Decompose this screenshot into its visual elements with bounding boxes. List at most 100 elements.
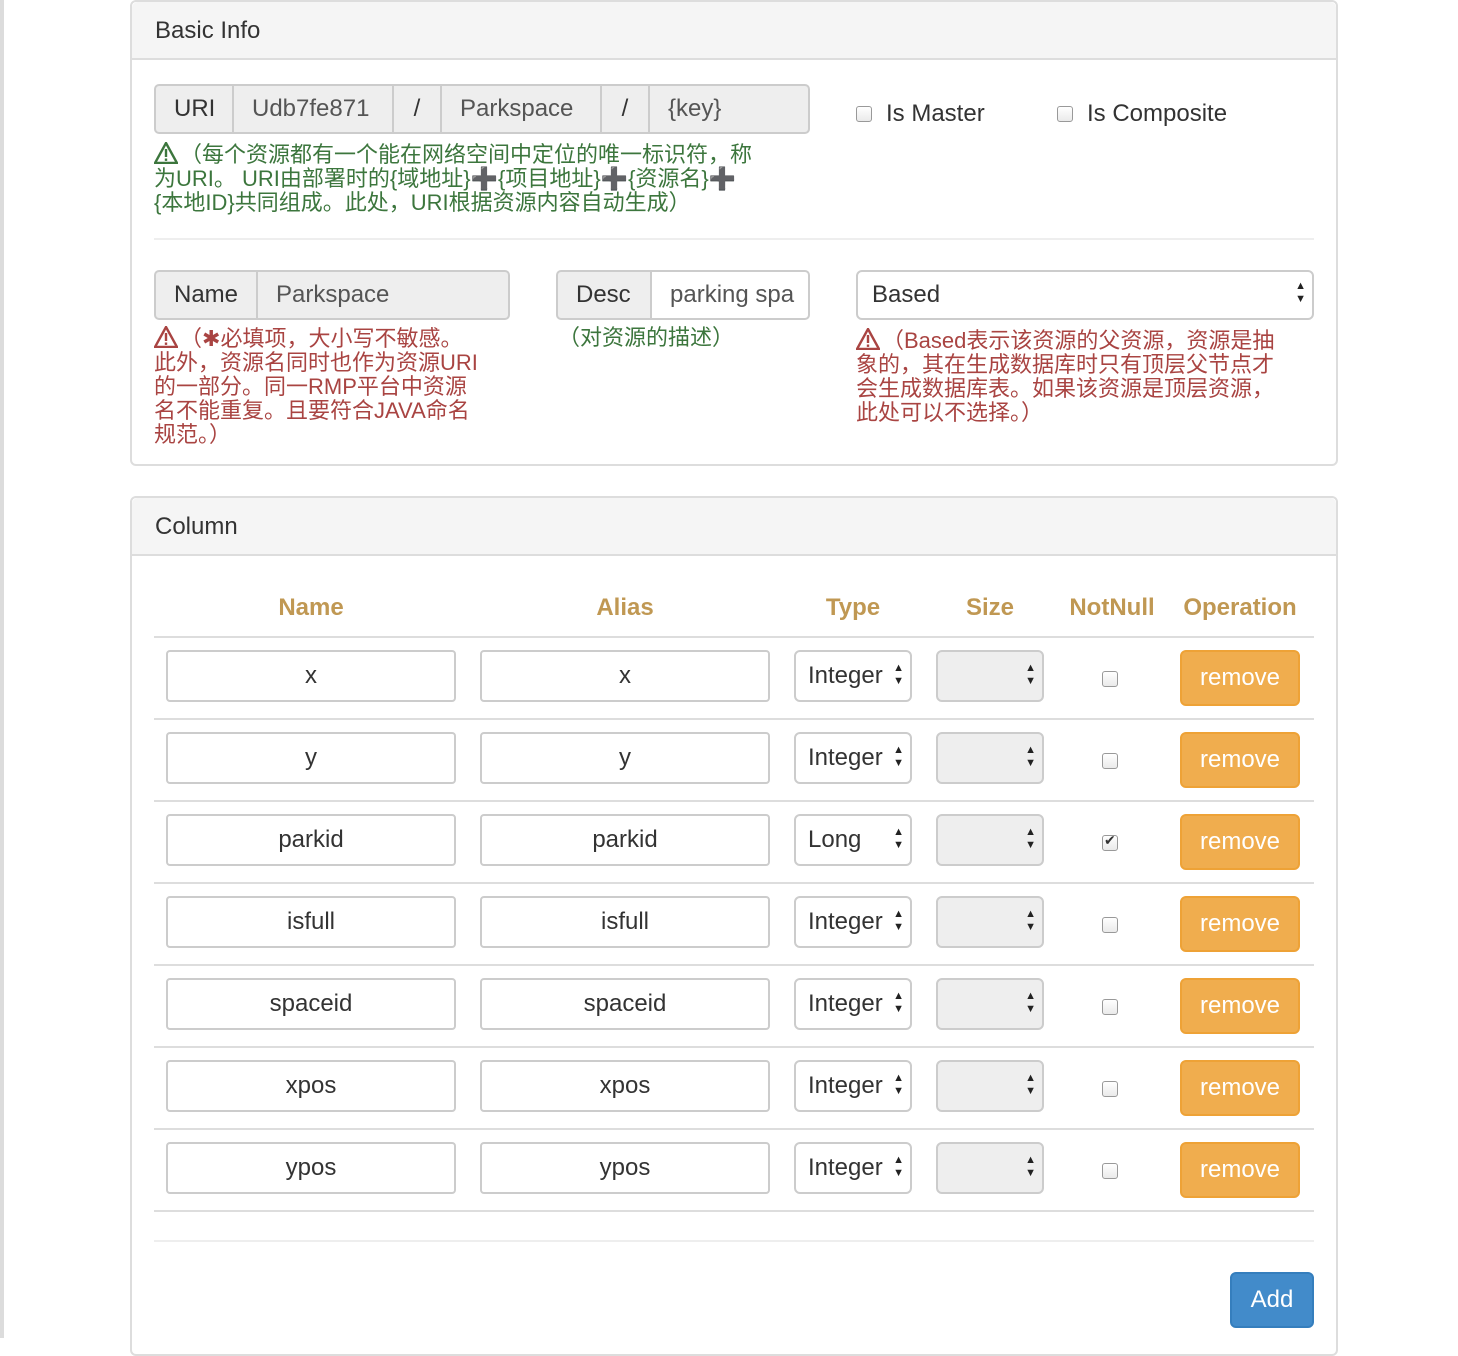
- basic-info-panel: Basic Info URI Udb7fe871 / Parkspace / {…: [130, 0, 1338, 466]
- table-row: parkid parkid Long ▲▼ ▲▼ remove: [154, 802, 1314, 884]
- name-field[interactable]: Parkspace: [256, 270, 510, 320]
- column-name-input[interactable]: y: [166, 732, 456, 784]
- remove-button[interactable]: remove: [1180, 978, 1300, 1034]
- is-composite-checkbox[interactable]: Is Composite: [1057, 100, 1227, 128]
- column-name-input[interactable]: spaceid: [166, 978, 456, 1030]
- column-type-value: Integer: [808, 662, 883, 689]
- column-name-input[interactable]: ypos: [166, 1142, 456, 1194]
- column-type-select[interactable]: Integer ▲ ▼: [794, 1142, 912, 1194]
- notnull-checkbox[interactable]: [1102, 999, 1118, 1015]
- table-row: isfull isfull Integer ▲ ▼ ▲ ▼ remove: [154, 884, 1314, 966]
- select-arrows-icon: ▲ ▼: [1025, 744, 1036, 769]
- column-size-select[interactable]: ▲ ▼: [936, 650, 1044, 702]
- column-size-select[interactable]: ▲ ▼: [936, 732, 1044, 784]
- column-type-select[interactable]: Integer ▲ ▼: [794, 732, 912, 784]
- remove-button[interactable]: remove: [1180, 1060, 1300, 1116]
- divider: [154, 238, 1314, 240]
- uri-hint-line: {本地ID}共同组成。此处，URI根据资源内容自动生成）: [154, 190, 691, 215]
- column-alias-input[interactable]: xpos: [480, 1060, 770, 1112]
- select-arrows-icon: ▲ ▼: [1025, 990, 1036, 1015]
- select-arrows-icon: ▲ ▼: [893, 826, 904, 851]
- checkbox-box[interactable]: [1057, 106, 1073, 122]
- uri-hint: （每个资源都有一个能在网络空间中定位的唯一标识符，称 为URI。 URI由部署时…: [154, 142, 814, 215]
- select-arrows-icon: ▲ ▼: [893, 744, 904, 769]
- uri-separator: /: [600, 84, 650, 134]
- name-hint-text: （: [180, 326, 203, 351]
- column-name-input[interactable]: parkid: [166, 814, 456, 866]
- warning-icon: [154, 142, 178, 164]
- desc-field[interactable]: parking spa: [650, 270, 810, 320]
- notnull-checkbox[interactable]: [1102, 1163, 1118, 1179]
- header-operation: Operation: [1183, 594, 1297, 621]
- notnull-checkbox[interactable]: [1102, 1081, 1118, 1097]
- table-row: x x Integer ▲ ▼ ▲ ▼ remove: [154, 638, 1314, 720]
- header-alias: Alias: [596, 594, 654, 621]
- select-arrows-icon: ▲ ▼: [893, 662, 904, 687]
- column-size-select[interactable]: ▲ ▼: [936, 978, 1044, 1030]
- table-row: ypos ypos Integer ▲ ▼ ▲ ▼ remove: [154, 1130, 1314, 1212]
- column-type-select[interactable]: Long ▲ ▼: [794, 814, 912, 866]
- notnull-checkbox[interactable]: [1102, 671, 1118, 687]
- column-alias-input[interactable]: ypos: [480, 1142, 770, 1194]
- notnull-checkbox[interactable]: [1102, 917, 1118, 933]
- table-row: xpos xpos Integer ▲ ▼ ▲ ▼ remove: [154, 1048, 1314, 1130]
- is-composite-label: Is Composite: [1087, 100, 1228, 127]
- column-alias-input[interactable]: y: [480, 732, 770, 784]
- column-size-select[interactable]: ▲ ▼: [936, 1060, 1044, 1112]
- column-size-select[interactable]: ▲ ▼: [936, 1142, 1044, 1194]
- select-arrows-icon: ▲ ▼: [1295, 280, 1306, 305]
- column-type-select[interactable]: Integer ▲ ▼: [794, 978, 912, 1030]
- column-alias-input[interactable]: x: [480, 650, 770, 702]
- column-type-value: Integer: [808, 908, 883, 935]
- select-arrows-icon: ▲ ▼: [893, 908, 904, 933]
- column-name-input[interactable]: x: [166, 650, 456, 702]
- remove-button[interactable]: remove: [1180, 814, 1300, 870]
- column-size-select[interactable]: ▲ ▼: [936, 814, 1044, 866]
- table-row: y y Integer ▲ ▼ ▲ ▼ remove: [154, 720, 1314, 802]
- column-name-input[interactable]: xpos: [166, 1060, 456, 1112]
- desc-hint: （对资源的描述）: [558, 325, 735, 350]
- notnull-checkbox[interactable]: [1102, 753, 1118, 769]
- name-input-group: Name Parkspace: [154, 270, 510, 320]
- uri-hint-line: 为URI。 URI由部署时的{域地址}➕{项目地址}➕{资源名}➕: [154, 166, 737, 191]
- column-type-select[interactable]: Integer ▲ ▼: [794, 1060, 912, 1112]
- based-select[interactable]: Based ▲ ▼: [856, 270, 1314, 320]
- select-arrows-icon: ▲ ▼: [1025, 1072, 1036, 1097]
- column-alias-input[interactable]: parkid: [480, 814, 770, 866]
- column-type-value: Long: [808, 826, 862, 853]
- add-button[interactable]: Add: [1230, 1272, 1314, 1328]
- select-arrows-icon: ▲ ▼: [893, 1072, 904, 1097]
- is-master-label: Is Master: [886, 100, 985, 127]
- column-type-select[interactable]: Integer ▲ ▼: [794, 896, 912, 948]
- uri-label: URI: [154, 84, 234, 134]
- column-type-select[interactable]: Integer ▲ ▼: [794, 650, 912, 702]
- uri-input-group: URI Udb7fe871 / Parkspace / {key}: [154, 84, 810, 134]
- select-arrows-icon: ▲ ▼: [1025, 662, 1036, 687]
- column-table-header: Name Alias Type Size NotNull Operation: [154, 588, 1314, 638]
- desc-label: Desc: [556, 270, 652, 320]
- basic-info-title: Basic Info: [132, 2, 1336, 60]
- desc-input-group: Desc parking spa: [556, 270, 810, 320]
- left-border: [0, 0, 4, 1338]
- column-alias-input[interactable]: isfull: [480, 896, 770, 948]
- checkbox-box[interactable]: [856, 106, 872, 122]
- column-type-value: Integer: [808, 990, 883, 1017]
- select-arrows-icon: ▲ ▼: [1025, 1154, 1036, 1179]
- remove-button[interactable]: remove: [1180, 732, 1300, 788]
- uri-project-field[interactable]: Parkspace: [440, 84, 602, 134]
- header-name: Name: [278, 594, 344, 621]
- uri-domain-field[interactable]: Udb7fe871: [232, 84, 394, 134]
- remove-button[interactable]: remove: [1180, 1142, 1300, 1198]
- notnull-checkbox[interactable]: [1102, 832, 1118, 851]
- select-arrows-icon: ▲ ▼: [1025, 826, 1036, 851]
- column-name-input[interactable]: isfull: [166, 896, 456, 948]
- uri-key-field[interactable]: {key}: [648, 84, 810, 134]
- based-hint: （Based表示该资源的父资源，资源是抽 象的，其在生成数据库时只有顶层父节点才…: [856, 328, 1326, 425]
- remove-button[interactable]: remove: [1180, 650, 1300, 706]
- select-arrows-icon: ▲ ▼: [893, 1154, 904, 1179]
- is-master-checkbox[interactable]: Is Master: [856, 100, 985, 128]
- remove-button[interactable]: remove: [1180, 896, 1300, 952]
- column-type-value: Integer: [808, 1072, 883, 1099]
- column-size-select[interactable]: ▲ ▼: [936, 896, 1044, 948]
- column-alias-input[interactable]: spaceid: [480, 978, 770, 1030]
